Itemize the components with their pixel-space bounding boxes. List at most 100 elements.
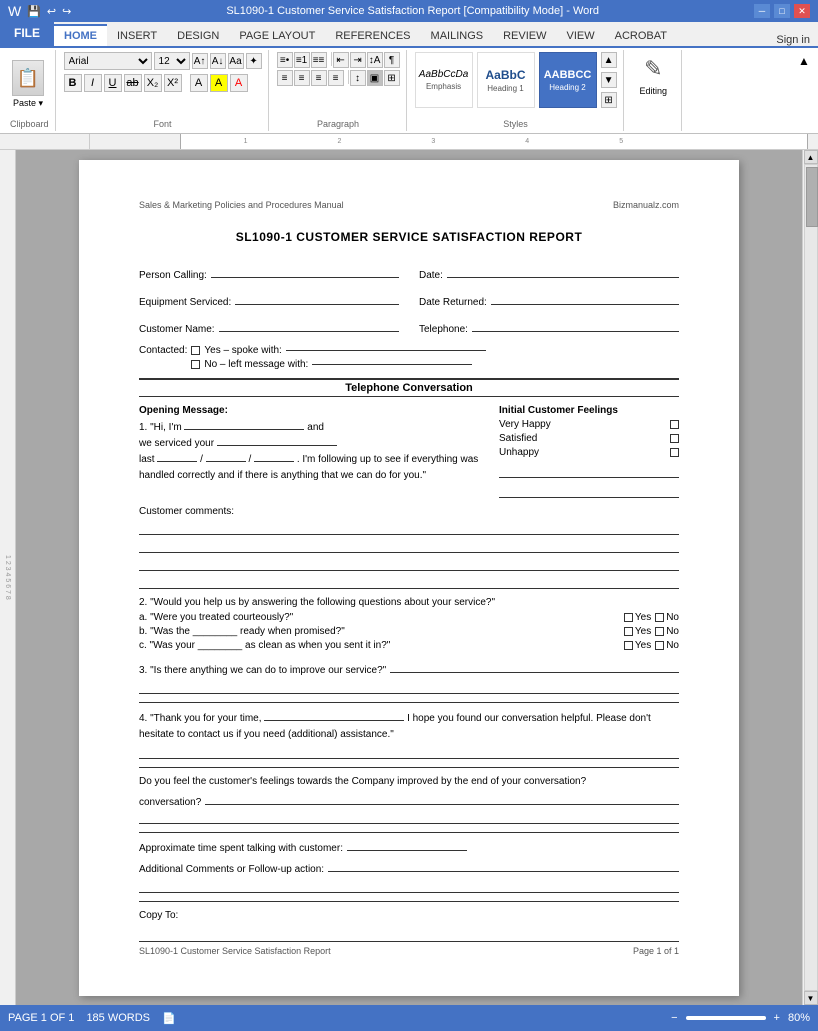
no-c-check[interactable] bbox=[655, 641, 664, 650]
yes-a-check[interactable] bbox=[624, 613, 633, 622]
approx-time-line[interactable] bbox=[347, 837, 467, 851]
paste-button[interactable]: 📋 Paste ▾ bbox=[10, 58, 46, 111]
styles-scroll-down[interactable]: ▼ bbox=[601, 72, 617, 88]
zoom-slider[interactable] bbox=[686, 1016, 766, 1020]
very-happy-checkbox[interactable] bbox=[670, 420, 679, 429]
msg-date-line[interactable] bbox=[157, 461, 197, 462]
date-line[interactable] bbox=[447, 264, 679, 278]
page-layout-tab[interactable]: PAGE LAYOUT bbox=[229, 24, 325, 46]
yes-b-check[interactable] bbox=[624, 627, 633, 636]
increase-indent-button[interactable]: ⇥ bbox=[350, 52, 366, 68]
references-tab[interactable]: REFERENCES bbox=[325, 24, 420, 46]
underline-button[interactable]: U bbox=[104, 74, 122, 92]
strikethrough-button[interactable]: ab bbox=[124, 74, 142, 92]
subscript-button[interactable]: X₂ bbox=[144, 74, 162, 92]
quick-access-save[interactable]: 💾 bbox=[27, 5, 41, 18]
scroll-track[interactable] bbox=[804, 164, 818, 991]
right-scrollbar[interactable]: ▲ ▼ bbox=[802, 150, 818, 1005]
font-shrink-button[interactable]: A↓ bbox=[210, 53, 226, 69]
question4-name-line[interactable] bbox=[264, 720, 404, 721]
zoom-in-button[interactable]: + bbox=[774, 1012, 780, 1024]
additional-comments-line2[interactable] bbox=[139, 879, 679, 893]
restore-button[interactable]: □ bbox=[774, 4, 790, 18]
scroll-down-button[interactable]: ▼ bbox=[804, 991, 818, 1005]
telephone-line[interactable] bbox=[472, 318, 679, 332]
yes-c-check[interactable] bbox=[624, 641, 633, 650]
align-left-button[interactable]: ≡ bbox=[277, 70, 293, 86]
question4-line1[interactable] bbox=[139, 745, 679, 759]
font-size-select[interactable]: 12 bbox=[154, 52, 190, 70]
quick-access-undo[interactable]: ↩ bbox=[47, 5, 56, 18]
italic-button[interactable]: I bbox=[84, 74, 102, 92]
mailings-tab[interactable]: MAILINGS bbox=[421, 24, 494, 46]
sign-in-link[interactable]: Sign in bbox=[768, 34, 818, 46]
close-button[interactable]: ✕ bbox=[794, 4, 810, 18]
borders-button[interactable]: ⊞ bbox=[384, 70, 400, 86]
decrease-indent-button[interactable]: ⇤ bbox=[333, 52, 349, 68]
clear-format-button[interactable]: ✦ bbox=[246, 53, 262, 69]
question3-line[interactable] bbox=[390, 659, 679, 673]
no-checkbox[interactable] bbox=[191, 360, 200, 369]
multilevel-button[interactable]: ≡≡ bbox=[311, 52, 327, 68]
no-line[interactable] bbox=[312, 364, 472, 365]
font-grow-button[interactable]: A↑ bbox=[192, 53, 208, 69]
numbering-button[interactable]: ≡1 bbox=[294, 52, 310, 68]
sort-button[interactable]: ↕A bbox=[367, 52, 383, 68]
scroll-up-button[interactable]: ▲ bbox=[804, 150, 818, 164]
review-tab[interactable]: REVIEW bbox=[493, 24, 556, 46]
shading-button[interactable]: ▣ bbox=[367, 70, 383, 86]
comments-line4[interactable] bbox=[139, 575, 679, 589]
home-tab[interactable]: HOME bbox=[54, 24, 107, 46]
style-emphasis[interactable]: AaBbCcDa Emphasis bbox=[415, 52, 473, 108]
zoom-out-button[interactable]: − bbox=[671, 1012, 677, 1024]
yes-line[interactable] bbox=[286, 350, 486, 351]
equipment-line[interactable] bbox=[235, 291, 399, 305]
quick-access-redo[interactable]: ↪ bbox=[62, 5, 71, 18]
additional-comments-line[interactable] bbox=[328, 858, 679, 872]
highlight-button[interactable]: A bbox=[210, 74, 228, 92]
view-tab[interactable]: VIEW bbox=[557, 24, 605, 46]
styles-expand[interactable]: ⊞ bbox=[601, 92, 617, 108]
comments-line3[interactable] bbox=[139, 557, 679, 571]
change-case-button[interactable]: Aa bbox=[228, 53, 244, 69]
comments-line2[interactable] bbox=[139, 539, 679, 553]
no-a-check[interactable] bbox=[655, 613, 664, 622]
align-right-button[interactable]: ≡ bbox=[311, 70, 327, 86]
font-color-button[interactable]: A bbox=[230, 74, 248, 92]
show-marks-button[interactable]: ¶ bbox=[384, 52, 400, 68]
person-calling-line[interactable] bbox=[211, 264, 399, 278]
no-b-check[interactable] bbox=[655, 627, 664, 636]
acrobat-tab[interactable]: ACROBAT bbox=[605, 24, 677, 46]
justify-button[interactable]: ≡ bbox=[328, 70, 344, 86]
msg-service-line[interactable] bbox=[217, 445, 337, 446]
unhappy-checkbox[interactable] bbox=[670, 448, 679, 457]
bullets-button[interactable]: ≡• bbox=[277, 52, 293, 68]
improved-line2[interactable] bbox=[139, 810, 679, 824]
design-tab[interactable]: DESIGN bbox=[167, 24, 229, 46]
ribbon-scroll-up[interactable]: ▲ bbox=[798, 50, 814, 131]
style-heading1[interactable]: AaBbC Heading 1 bbox=[477, 52, 535, 108]
file-tab[interactable]: FILE bbox=[0, 20, 54, 46]
yes-checkbox[interactable] bbox=[191, 346, 200, 355]
msg-date-line2[interactable] bbox=[206, 461, 246, 462]
date-returned-line[interactable] bbox=[491, 291, 679, 305]
styles-scroll-up[interactable]: ▲ bbox=[601, 52, 617, 68]
improved-line[interactable] bbox=[205, 791, 679, 805]
comments-line1[interactable] bbox=[139, 521, 679, 535]
customer-name-line[interactable] bbox=[219, 318, 399, 332]
scroll-thumb[interactable] bbox=[806, 167, 818, 227]
page-container[interactable]: Sales & Marketing Policies and Procedure… bbox=[16, 150, 802, 1005]
style-heading2[interactable]: AABBCC Heading 2 bbox=[539, 52, 597, 108]
minimize-button[interactable]: ─ bbox=[754, 4, 770, 18]
msg-name-line[interactable] bbox=[184, 429, 304, 430]
text-effect-button[interactable]: A bbox=[190, 74, 208, 92]
question3-answer-line[interactable] bbox=[139, 680, 679, 694]
msg-date-line3[interactable] bbox=[254, 461, 294, 462]
align-center-button[interactable]: ≡ bbox=[294, 70, 310, 86]
superscript-button[interactable]: X² bbox=[164, 74, 182, 92]
insert-tab[interactable]: INSERT bbox=[107, 24, 167, 46]
line-spacing-button[interactable]: ↕ bbox=[350, 70, 366, 86]
font-name-select[interactable]: Arial bbox=[64, 52, 152, 70]
satisfied-checkbox[interactable] bbox=[670, 434, 679, 443]
bold-button[interactable]: B bbox=[64, 74, 82, 92]
